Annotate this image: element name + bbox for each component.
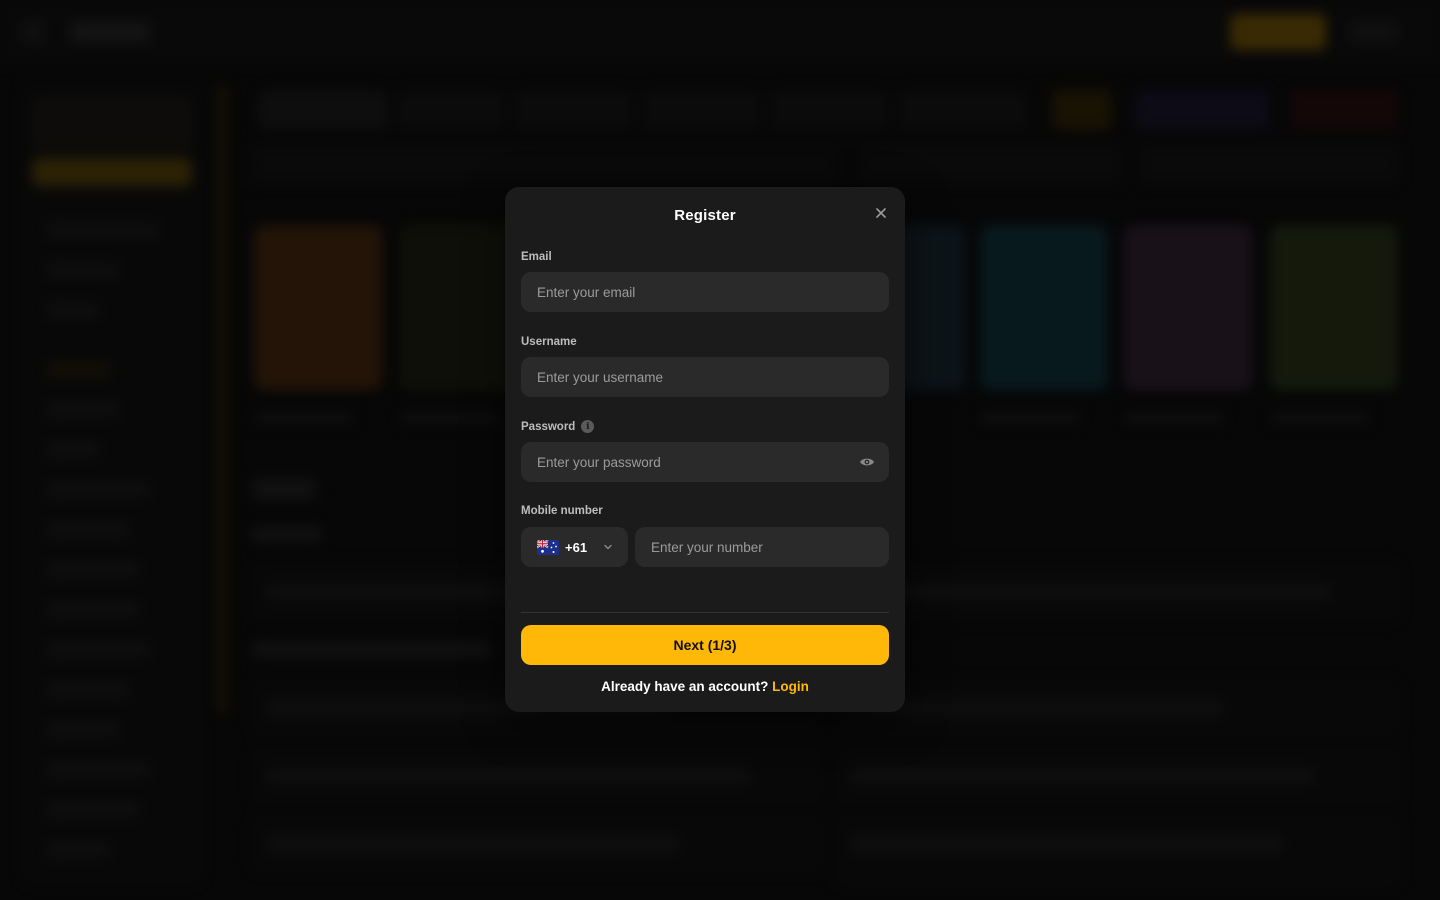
- login-prompt-text: Already have an account?: [601, 679, 769, 694]
- username-label: Username: [521, 336, 577, 348]
- email-field[interactable]: [521, 272, 889, 312]
- username-label-text: Username: [521, 336, 577, 348]
- login-prompt: Already have an account? Login: [505, 679, 905, 694]
- eye-icon[interactable]: [859, 456, 875, 468]
- close-icon: [876, 208, 886, 218]
- email-label: Email: [521, 251, 552, 263]
- modal-title: Register: [674, 207, 736, 224]
- email-label-text: Email: [521, 251, 552, 263]
- phone-number-field[interactable]: [635, 527, 889, 567]
- password-field[interactable]: [521, 442, 889, 482]
- mobile-label: Mobile number: [521, 505, 603, 517]
- close-button[interactable]: [871, 203, 891, 223]
- info-icon[interactable]: i: [581, 420, 595, 433]
- register-modal: Register Email Username Password i Mobil…: [505, 187, 905, 712]
- password-label-text: Password: [521, 420, 576, 433]
- divider: [521, 612, 889, 613]
- country-code-select[interactable]: +61: [521, 527, 628, 567]
- password-label: Password i: [521, 420, 595, 433]
- username-field[interactable]: [521, 357, 889, 397]
- australia-flag-icon: [537, 539, 559, 555]
- next-button[interactable]: Next (1/3): [521, 625, 889, 665]
- dial-code: +61: [565, 539, 588, 555]
- mobile-label-text: Mobile number: [521, 505, 603, 517]
- chevron-down-icon: [604, 544, 612, 550]
- login-link[interactable]: Login: [772, 679, 809, 694]
